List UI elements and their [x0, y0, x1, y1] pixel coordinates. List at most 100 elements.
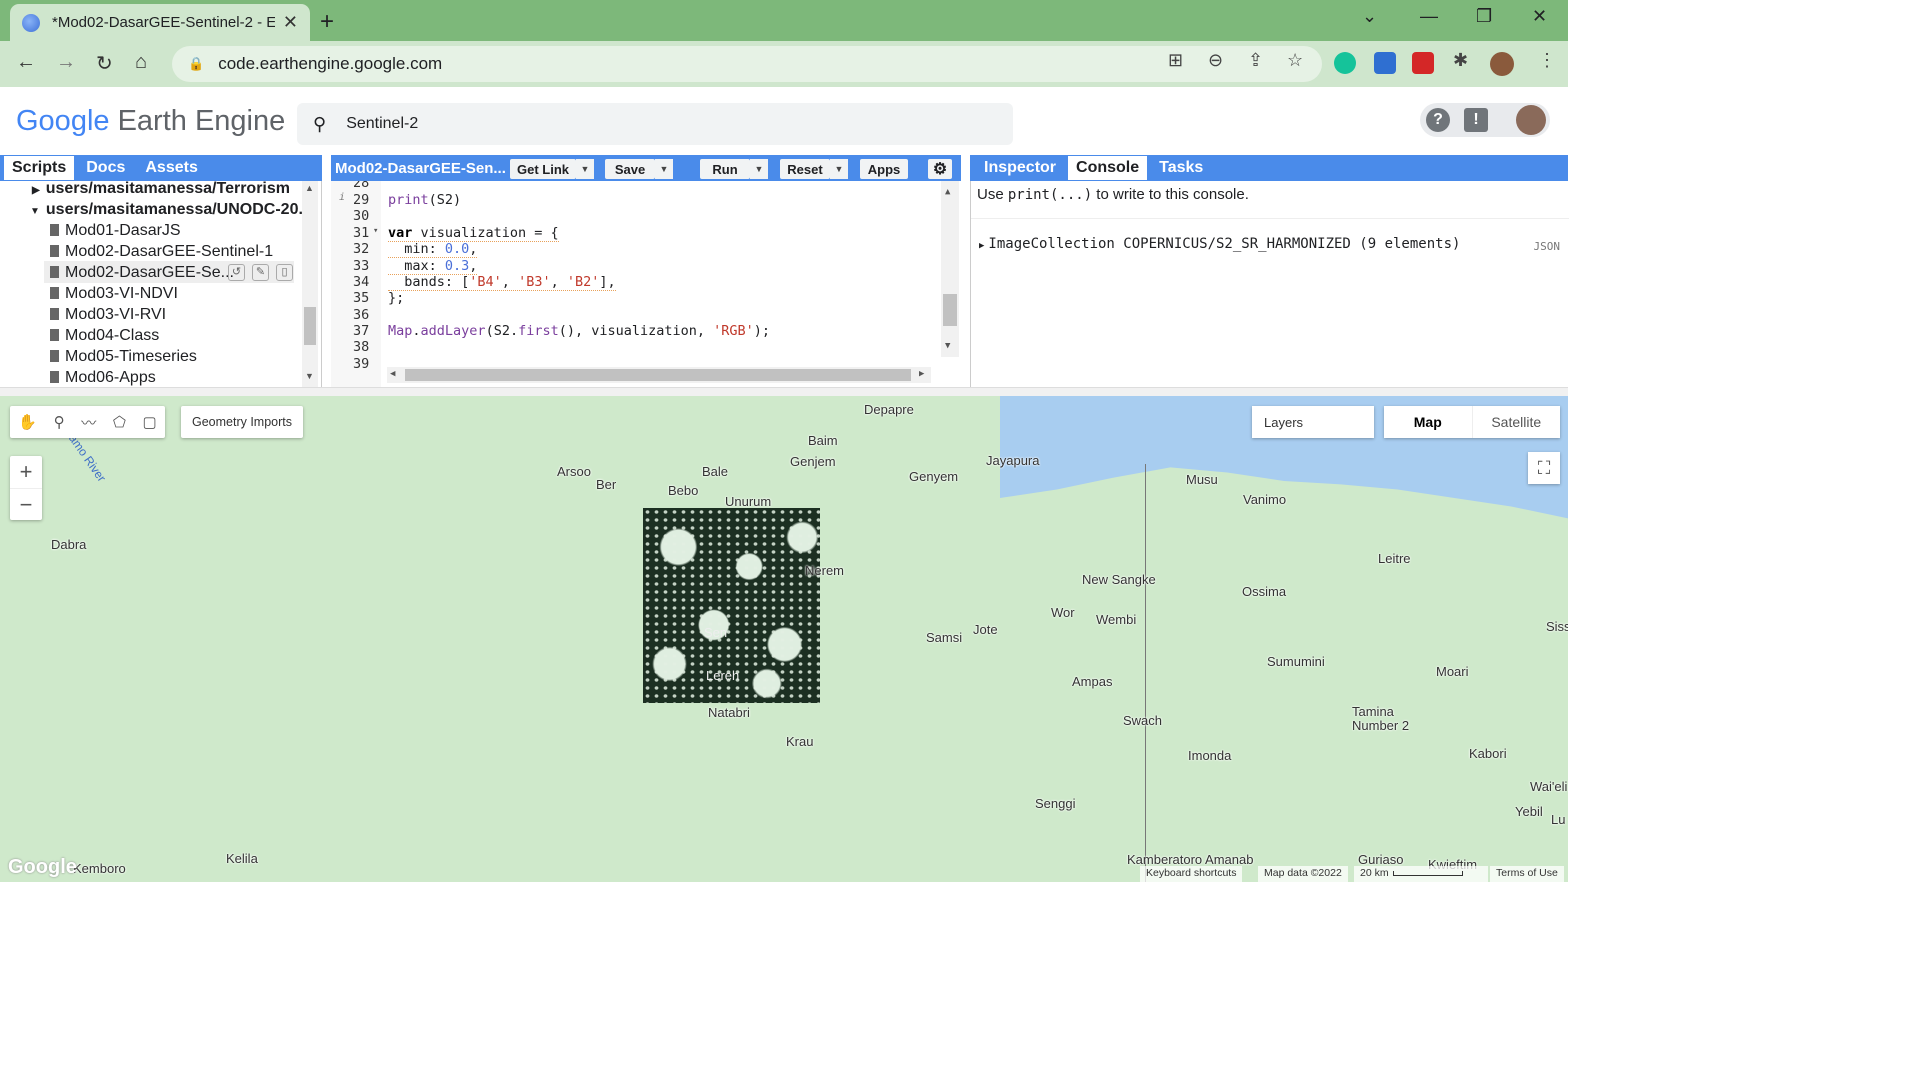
- translate-icon[interactable]: ⊞: [1168, 50, 1183, 71]
- line-number: 31: [353, 225, 370, 241]
- history-icon[interactable]: ↺: [228, 264, 245, 281]
- place-label: Kabori: [1469, 746, 1507, 761]
- place-label: Leitre: [1378, 551, 1411, 566]
- terms-link[interactable]: Terms of Use: [1490, 866, 1564, 882]
- place-label: Wai'eli: [1530, 779, 1568, 794]
- scrollbar-thumb[interactable]: [943, 294, 957, 326]
- share-icon[interactable]: ⇪: [1248, 50, 1263, 71]
- line-number: 28: [353, 181, 370, 191]
- place-label: Bebo: [668, 483, 699, 498]
- tree-file[interactable]: Mod02-DasarGEE-Sentinel-1: [50, 243, 273, 261]
- tree-folder-terrorism[interactable]: ▶ users/masitamanessa/Terrorism: [32, 181, 290, 198]
- tree-file[interactable]: Mod06-Apps: [50, 369, 156, 387]
- rectangle-tool-icon[interactable]: ▢: [142, 413, 156, 431]
- zoom-in-icon[interactable]: +: [10, 456, 42, 488]
- apps-button[interactable]: Apps: [860, 159, 908, 179]
- close-tab-icon[interactable]: ✕: [283, 12, 298, 33]
- tree-file[interactable]: Mod01-DasarJS: [50, 222, 181, 240]
- tree-file[interactable]: Mod03-VI-NDVI: [50, 285, 178, 303]
- place-label: Genjem: [790, 454, 836, 469]
- map-view[interactable]: amo River Depapre Baim Genjem Jayapura G…: [0, 396, 1568, 882]
- close-window-icon[interactable]: ✕: [1532, 6, 1547, 27]
- place-label: Jayapura: [986, 453, 1040, 468]
- run-button[interactable]: Run: [700, 159, 750, 179]
- place-label: Sumumini: [1267, 654, 1325, 669]
- reload-icon[interactable]: ↻: [96, 51, 113, 76]
- line-gutter: 28 i 29 30 31 ▾ 32 33 34 35 36 37 38 39: [331, 181, 381, 387]
- keyboard-shortcuts-link[interactable]: Keyboard shortcuts: [1140, 866, 1243, 882]
- json-link[interactable]: JSON: [1534, 240, 1561, 253]
- reset-dropdown-icon[interactable]: ▼: [830, 159, 848, 179]
- tab-inspector[interactable]: Inspector: [976, 156, 1064, 180]
- tab-scripts[interactable]: Scripts: [4, 156, 75, 180]
- tab-title: *Mod02-DasarGEE-Sentinel-2 - E: [52, 14, 275, 31]
- delete-icon[interactable]: ▯: [276, 264, 293, 281]
- tree-file-active[interactable]: Mod02-DasarGEE-Se...: [50, 264, 234, 282]
- settings-gear-icon[interactable]: ⚙: [928, 159, 952, 179]
- help-icon[interactable]: ?: [1426, 108, 1450, 132]
- tab-tasks[interactable]: Tasks: [1151, 156, 1211, 180]
- forward-icon[interactable]: →: [56, 51, 76, 74]
- save-button[interactable]: Save: [605, 159, 655, 179]
- new-tab-icon[interactable]: +: [320, 8, 334, 36]
- zoom-out-icon[interactable]: −: [10, 488, 42, 520]
- extensions-puzzle-icon[interactable]: ✱: [1453, 50, 1468, 71]
- map-type-map[interactable]: Map: [1384, 406, 1473, 438]
- search-value: Sentinel-2: [346, 115, 419, 132]
- run-dropdown-icon[interactable]: ▼: [750, 159, 768, 179]
- back-icon[interactable]: ←: [16, 51, 36, 74]
- geometry-imports-button[interactable]: Geometry Imports: [181, 406, 303, 438]
- code-line: };: [388, 290, 405, 306]
- polygon-tool-icon[interactable]: ⬠: [113, 413, 126, 431]
- save-dropdown-icon[interactable]: ▼: [655, 159, 673, 179]
- tab-assets[interactable]: Assets: [137, 156, 205, 180]
- console-output[interactable]: ▶ ImageCollection COPERNICUS/S2_SR_HARMON…: [979, 236, 1460, 252]
- reset-button[interactable]: Reset: [780, 159, 830, 179]
- home-icon[interactable]: ⌂: [135, 51, 147, 74]
- panel-resize-handle[interactable]: [0, 387, 1568, 396]
- scrollbar-thumb[interactable]: [405, 369, 911, 381]
- tree-file[interactable]: Mod05-Timeseries: [50, 348, 197, 366]
- tree-file[interactable]: Mod03-VI-RVI: [50, 306, 166, 324]
- editor-horizontal-scrollbar[interactable]: ◀ ▶: [387, 367, 931, 383]
- address-bar[interactable]: 🔒 code.earthengine.google.com: [172, 46, 1322, 82]
- browser-toolbar: ← → ↻ ⌂ 🔒 code.earthengine.google.com ⊞ …: [0, 41, 1568, 87]
- feedback-icon[interactable]: !: [1464, 108, 1488, 132]
- right-panel-tabs: Inspector Console Tasks: [970, 155, 1568, 181]
- zoom-out-icon[interactable]: ⊖: [1208, 50, 1223, 71]
- extension-icon[interactable]: [1374, 52, 1396, 74]
- tree-file[interactable]: Mod04-Class: [50, 327, 159, 345]
- profile-avatar[interactable]: [1490, 52, 1514, 76]
- place-label: Yebil: [1515, 804, 1543, 819]
- line-tool-icon[interactable]: 〰: [81, 412, 96, 433]
- minimize-icon[interactable]: —: [1420, 6, 1438, 27]
- tab-console[interactable]: Console: [1068, 156, 1148, 180]
- pan-hand-icon[interactable]: ✋: [18, 413, 37, 431]
- scripts-scrollbar[interactable]: ▲ ▼: [302, 181, 318, 387]
- extension-icon[interactable]: [1412, 52, 1434, 74]
- point-marker-icon[interactable]: ⚲: [54, 413, 65, 431]
- tab-docs[interactable]: Docs: [78, 156, 133, 180]
- tree-folder-unodc[interactable]: ▼ users/masitamanessa/UNODC-20...: [30, 201, 312, 219]
- map-type-satellite[interactable]: Satellite: [1473, 406, 1561, 438]
- grammarly-extension-icon[interactable]: [1334, 52, 1356, 74]
- rename-icon[interactable]: ✎: [252, 264, 269, 281]
- layers-button[interactable]: Layers: [1252, 406, 1374, 438]
- bookmark-star-icon[interactable]: ☆: [1287, 50, 1303, 71]
- browser-tab[interactable]: *Mod02-DasarGEE-Sentinel-2 - E ✕: [10, 4, 310, 41]
- account-avatar[interactable]: [1516, 105, 1546, 135]
- fullscreen-icon[interactable]: ⛶: [1528, 452, 1560, 484]
- fold-icon[interactable]: ▾: [373, 226, 378, 236]
- restore-icon[interactable]: ❐: [1476, 6, 1492, 27]
- tab-search-icon[interactable]: ⌄: [1362, 6, 1377, 27]
- browser-menu-icon[interactable]: ⋮: [1538, 50, 1556, 71]
- get-link-dropdown-icon[interactable]: ▼: [576, 159, 594, 179]
- get-link-button[interactable]: Get Link: [510, 159, 576, 179]
- search-field[interactable]: ⚲ Sentinel-2: [297, 103, 1013, 145]
- expand-icon[interactable]: ▶: [979, 241, 984, 251]
- code-editor[interactable]: 28 i 29 30 31 ▾ 32 33 34 35 36 37 38 39 …: [331, 181, 961, 387]
- earth-engine-logo[interactable]: Google Earth Engine: [16, 105, 285, 138]
- left-panel-tabs: Scripts Docs Assets: [0, 155, 322, 181]
- scrollbar-thumb[interactable]: [304, 307, 316, 345]
- editor-vertical-scrollbar[interactable]: ▲ ▼: [941, 181, 959, 357]
